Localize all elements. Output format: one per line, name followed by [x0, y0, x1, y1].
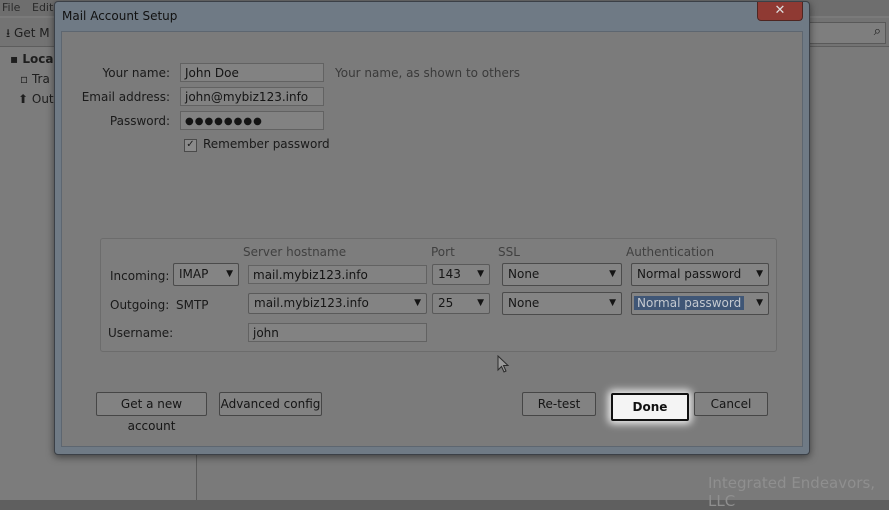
server-settings-panel: Server hostname Port SSL Authentication …	[100, 238, 777, 352]
remember-password-label: Remember password	[203, 137, 330, 151]
incoming-ssl-select[interactable]: None ▼	[502, 263, 622, 286]
get-new-account-button[interactable]: Get a new account	[96, 392, 207, 433]
chevron-down-icon: ▼	[609, 269, 616, 279]
outgoing-auth-value: Normal password	[634, 296, 745, 310]
incoming-port-field[interactable]: 143 ▼	[432, 264, 490, 285]
chevron-down-icon: ▼	[477, 298, 484, 308]
incoming-hostname-field[interactable]: mail.mybiz123.info	[248, 265, 427, 284]
name-field[interactable]: John Doe	[180, 63, 324, 82]
column-authentication: Authentication	[626, 245, 715, 259]
mail-account-setup-dialog: Mail Account Setup ✕ Your name: John Doe…	[54, 1, 810, 455]
folder-trash-label: Tra	[31, 72, 50, 86]
chevron-down-icon: ▼	[414, 298, 421, 308]
advanced-config-button[interactable]: Advanced config	[219, 392, 322, 416]
menu-edit[interactable]: Edit	[32, 1, 53, 14]
outgoing-hostname-select[interactable]: mail.mybiz123.info ▼	[248, 293, 427, 314]
cancel-button[interactable]: Cancel	[694, 392, 768, 416]
outgoing-label: Outgoing:	[110, 298, 170, 312]
done-button[interactable]: Done	[611, 393, 689, 421]
password-field[interactable]: ●●●●●●●●	[180, 111, 324, 130]
outgoing-port-field[interactable]: 25 ▼	[432, 293, 490, 314]
get-mail-label: Get M	[14, 26, 50, 40]
outgoing-ssl-select[interactable]: None ▼	[502, 292, 622, 315]
incoming-auth-select[interactable]: Normal password ▼	[631, 263, 769, 286]
mouse-pointer-icon	[497, 354, 510, 378]
incoming-ssl-value: None	[508, 267, 540, 281]
search-input[interactable]: ⌕	[800, 22, 886, 44]
chevron-down-icon: ▼	[756, 298, 763, 308]
name-label: Your name:	[102, 66, 170, 80]
retest-button[interactable]: Re-test	[522, 392, 596, 416]
incoming-protocol-select[interactable]: IMAP ▼	[173, 263, 239, 286]
folder-outbox[interactable]: ⬆ Out	[18, 92, 54, 106]
outgoing-ssl-value: None	[508, 296, 540, 310]
close-button[interactable]: ✕	[757, 2, 803, 21]
chevron-down-icon: ▼	[609, 298, 616, 308]
chevron-down-icon: ▼	[226, 269, 233, 279]
outgoing-auth-select[interactable]: Normal password ▼	[631, 292, 769, 315]
remember-password-checkbox[interactable]: ✓	[184, 139, 197, 152]
folder-outbox-label: Out	[31, 92, 54, 106]
column-ssl: SSL	[498, 245, 520, 259]
folder-trash[interactable]: ▫ Tra	[20, 72, 50, 86]
menu-file[interactable]: File	[2, 1, 20, 14]
folder-local-label: Loca	[22, 52, 54, 66]
search-icon: ⌕	[873, 24, 881, 39]
incoming-label: Incoming:	[110, 269, 170, 283]
email-label: Email address:	[81, 90, 170, 104]
username-field[interactable]: john	[248, 323, 427, 342]
dialog-title: Mail Account Setup	[62, 9, 178, 23]
incoming-protocol-value: IMAP	[179, 267, 209, 281]
outgoing-protocol: SMTP	[176, 298, 209, 312]
column-port: Port	[431, 245, 455, 259]
incoming-auth-value: Normal password	[637, 267, 742, 281]
password-label: Password:	[109, 114, 170, 128]
email-field[interactable]: john@mybiz123.info	[180, 87, 324, 106]
watermark: Integrated Endeavors, LLC	[708, 474, 876, 510]
username-label: Username:	[108, 326, 174, 340]
folder-local[interactable]: ▪ Loca	[10, 52, 53, 66]
get-mail-button[interactable]: ⭳ Get M	[6, 24, 50, 45]
chevron-down-icon: ▼	[756, 269, 763, 279]
outgoing-port-value: 25	[438, 296, 454, 310]
dialog-content: Your name: John Doe Your name, as shown …	[61, 31, 803, 447]
column-hostname: Server hostname	[243, 245, 347, 259]
chevron-down-icon: ▼	[477, 269, 484, 279]
name-hint: Your name, as shown to others	[335, 66, 521, 80]
close-icon: ✕	[774, 3, 786, 18]
outgoing-hostname-value: mail.mybiz123.info	[254, 296, 369, 310]
incoming-port-value: 143	[438, 267, 461, 281]
